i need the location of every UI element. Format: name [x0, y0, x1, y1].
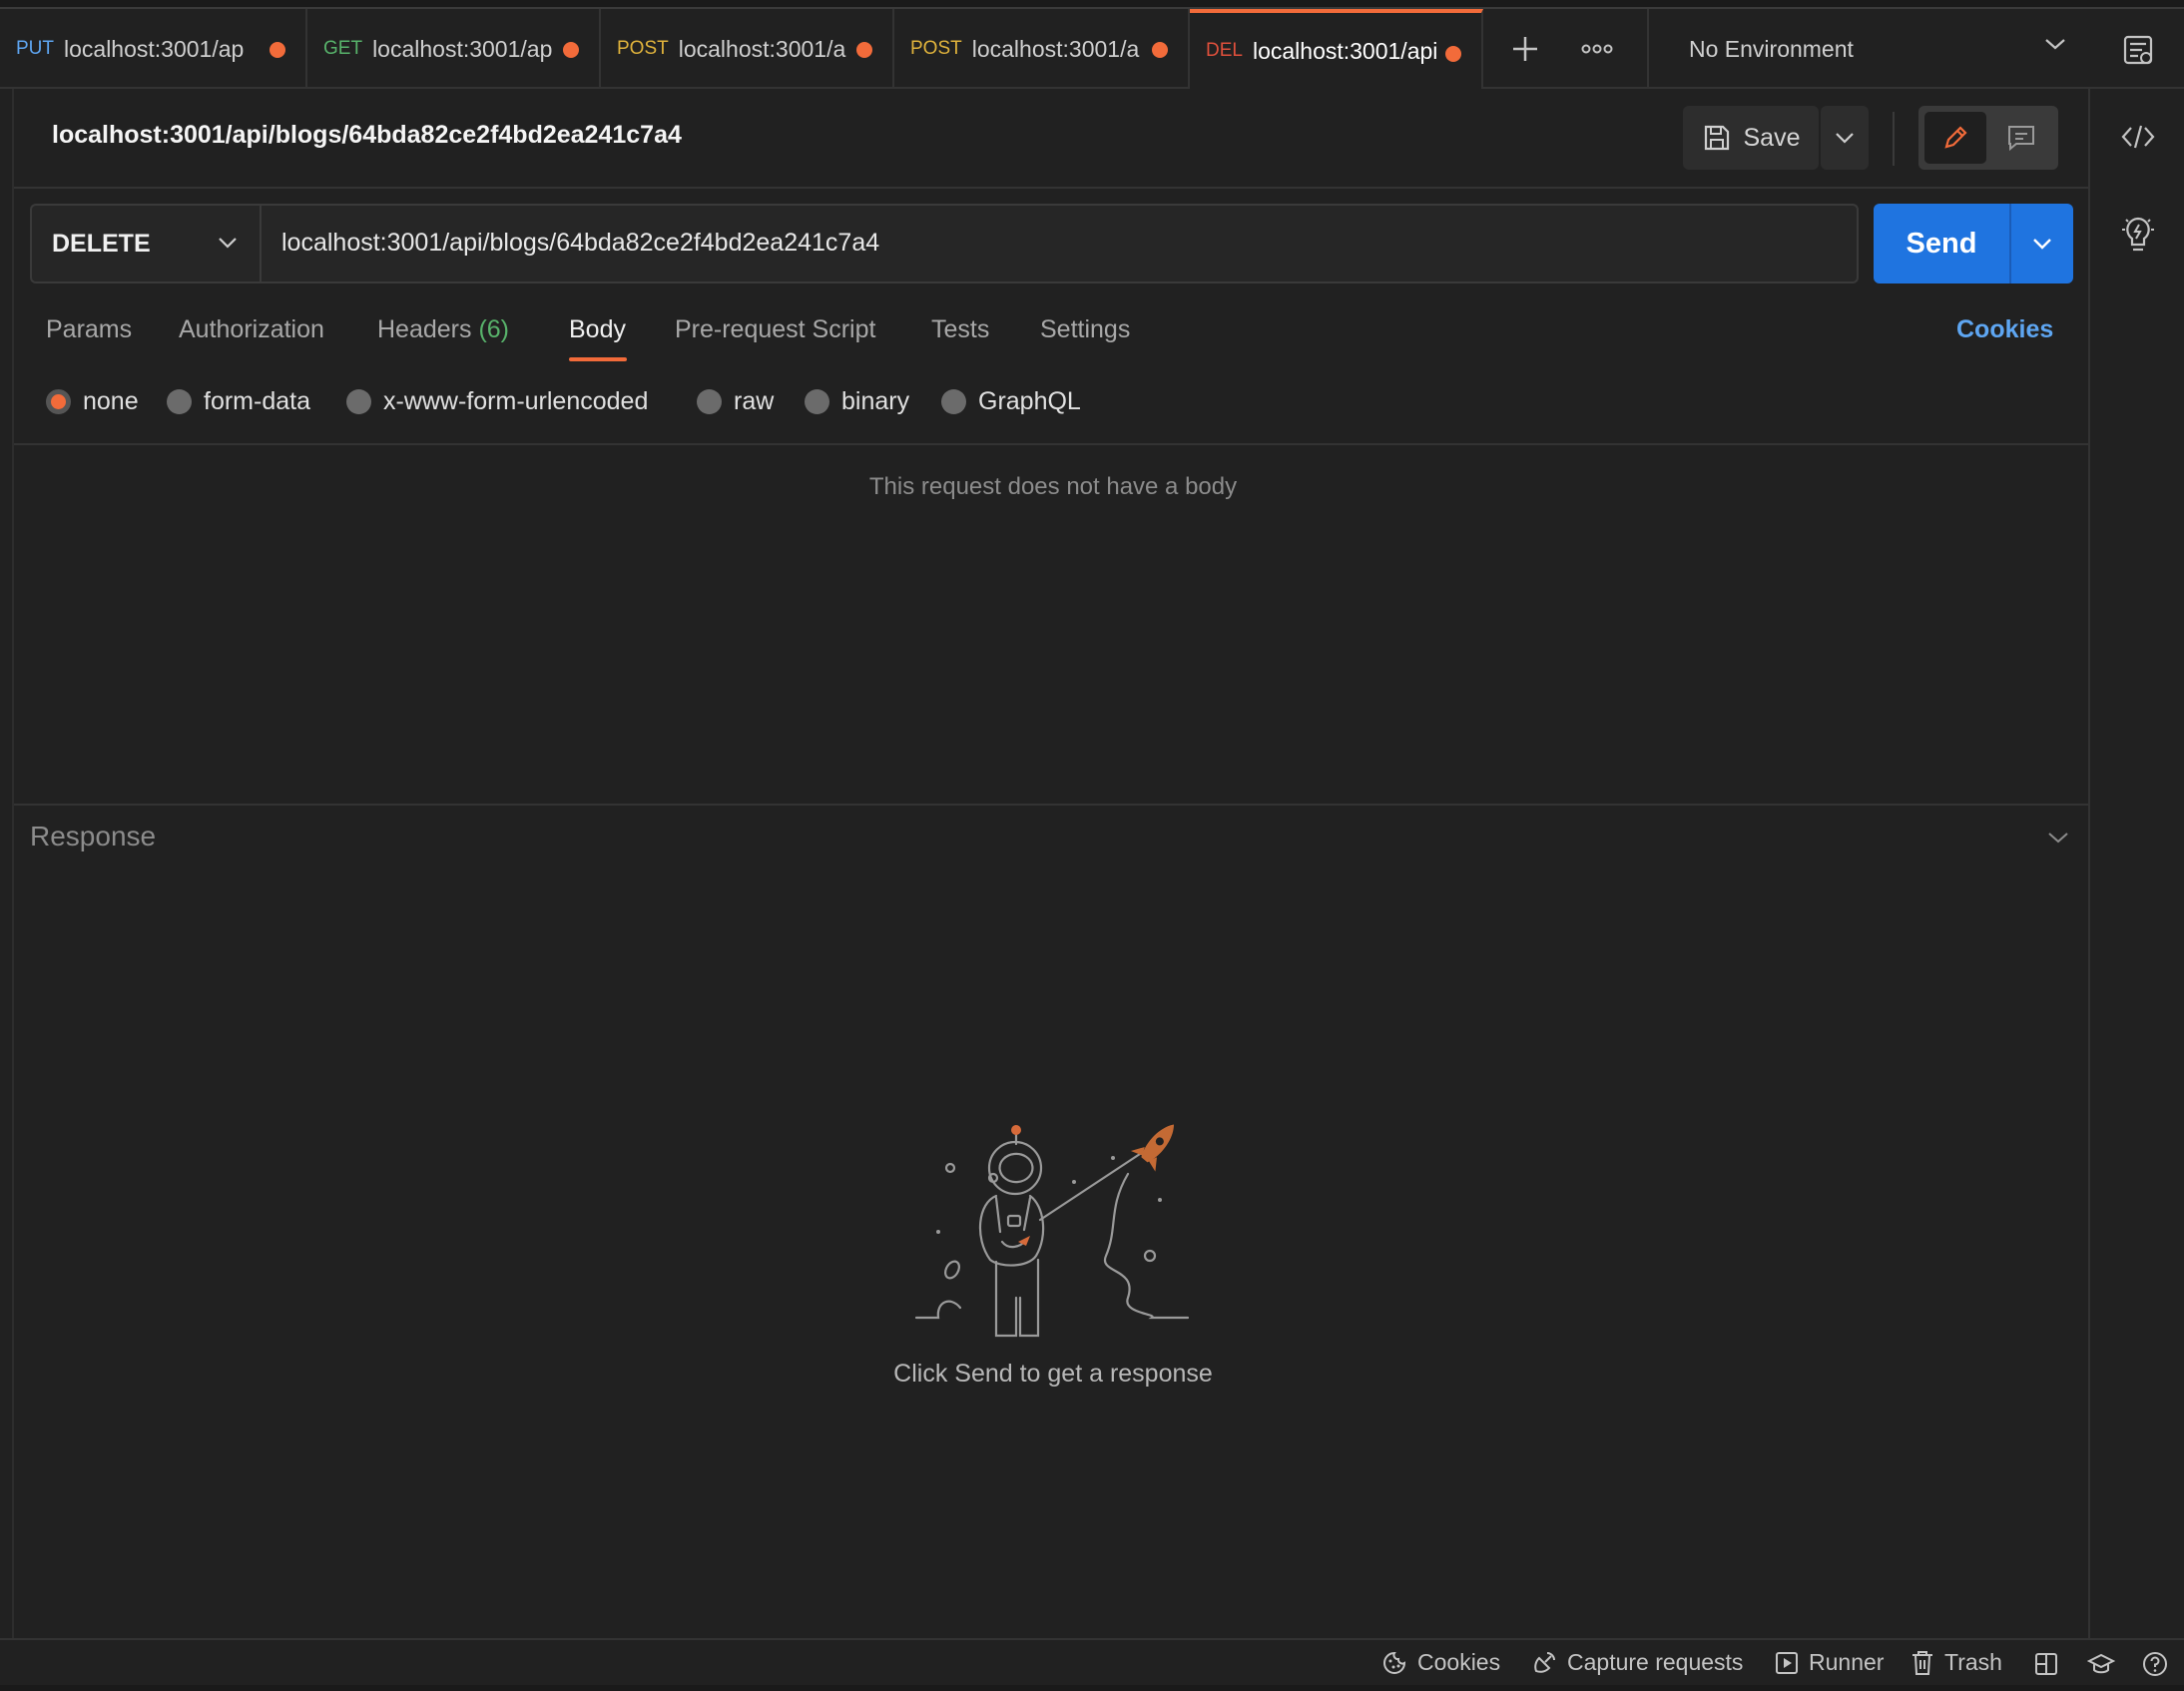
- bottom-strip: [0, 1685, 2184, 1691]
- tab-authorization[interactable]: Authorization: [179, 315, 324, 344]
- unsaved-dot-icon: [270, 42, 285, 58]
- unsaved-dot-icon: [1152, 42, 1168, 58]
- lightbulb-icon[interactable]: [2106, 207, 2170, 263]
- radio-label: form-data: [204, 387, 310, 415]
- help-icon[interactable]: [2138, 1649, 2172, 1679]
- tab-method: PUT: [16, 38, 54, 59]
- chevron-down-icon: [218, 237, 238, 249]
- headers-count-badge: (6): [478, 315, 510, 343]
- cookies-link[interactable]: Cookies: [1956, 315, 2053, 344]
- request-tab[interactable]: POST localhost:3001/a: [601, 9, 894, 89]
- unsaved-dot-icon: [856, 42, 872, 58]
- tab-method: POST: [617, 38, 669, 59]
- environment-label: No Environment: [1689, 35, 1854, 62]
- chevron-down-icon: [2044, 37, 2066, 51]
- request-tab[interactable]: GET localhost:3001/ap: [307, 9, 601, 89]
- radio-label: GraphQL: [978, 387, 1081, 415]
- radio-icon: [346, 389, 371, 414]
- tab-settings[interactable]: Settings: [1040, 315, 1130, 344]
- environment-select[interactable]: No Environment: [1647, 9, 2072, 89]
- radio-label: none: [83, 387, 139, 415]
- tab-prerequest-script[interactable]: Pre-request Script: [675, 315, 875, 344]
- radio-selected-icon: [46, 389, 71, 414]
- tab-method: POST: [910, 38, 962, 59]
- edit-pencil-icon[interactable]: [1924, 112, 1986, 164]
- unsaved-dot-icon: [1445, 46, 1461, 62]
- new-tab-plus-icon[interactable]: [1499, 23, 1551, 75]
- window-top-strip: [0, 0, 2184, 9]
- request-tab[interactable]: POST localhost:3001/a: [894, 9, 1190, 89]
- save-icon: [1702, 123, 1732, 153]
- astronaut-illustration: [908, 1118, 1198, 1348]
- radio-label: x-www-form-urlencoded: [383, 387, 649, 415]
- unsaved-dot-icon: [563, 42, 579, 58]
- radio-label: binary: [841, 387, 910, 415]
- right-sidebar: [2088, 89, 2184, 1638]
- url-input[interactable]: localhost:3001/api/blogs/64bda82ce2f4bd2…: [281, 229, 879, 258]
- tab-label: localhost:3001/api: [1252, 37, 1438, 64]
- save-label: Save: [1743, 123, 1801, 152]
- body-option-binary[interactable]: binary: [805, 387, 909, 416]
- statusbar-label: Cookies: [1417, 1649, 1501, 1675]
- tab-label: localhost:3001/ap: [64, 35, 245, 62]
- radio-icon: [941, 389, 966, 414]
- response-heading: Response: [30, 821, 157, 851]
- method-select[interactable]: DELETE: [30, 204, 262, 283]
- request-title[interactable]: localhost:3001/api/blogs/64bda82ce2f4bd2…: [52, 121, 682, 150]
- cookie-icon: [1381, 1650, 1407, 1676]
- graduation-cap-icon[interactable]: [2084, 1649, 2118, 1679]
- body-option-raw[interactable]: raw: [697, 387, 774, 416]
- request-tab-active[interactable]: DEL localhost:3001/api: [1190, 9, 1483, 89]
- comment-icon[interactable]: [1990, 112, 2052, 164]
- code-icon[interactable]: [2106, 111, 2170, 163]
- statusbar-runner[interactable]: Runner: [1775, 1649, 1884, 1676]
- satellite-icon: [1531, 1650, 1557, 1676]
- body-option-form-data[interactable]: form-data: [167, 387, 310, 416]
- radio-icon: [167, 389, 192, 414]
- two-pane-layout-icon[interactable]: [2030, 1649, 2062, 1679]
- more-tabs-icon[interactable]: [1571, 23, 1623, 75]
- save-options-dropdown[interactable]: [1821, 106, 1869, 170]
- statusbar-capture-requests[interactable]: Capture requests: [1531, 1649, 1743, 1676]
- tab-label: localhost:3001/a: [678, 35, 846, 62]
- send-button[interactable]: Send: [1874, 204, 2009, 283]
- send-options-chevron-icon[interactable]: [2011, 204, 2073, 283]
- tab-tests[interactable]: Tests: [931, 315, 989, 344]
- divider: [1893, 112, 1895, 166]
- active-tab-indicator: [569, 357, 627, 361]
- body-empty-message: This request does not have a body: [868, 473, 1238, 500]
- collapse-response-chevron-icon[interactable]: [2040, 823, 2076, 852]
- play-square-icon: [1775, 1651, 1799, 1675]
- environment-quick-look-icon[interactable]: [2106, 24, 2170, 76]
- tab-body[interactable]: Body: [569, 315, 626, 344]
- tab-method: DEL: [1206, 40, 1243, 61]
- tab-label: localhost:3001/ap: [372, 35, 553, 62]
- statusbar-cookies[interactable]: Cookies: [1381, 1649, 1500, 1676]
- tab-params[interactable]: Params: [46, 315, 132, 344]
- body-option-none[interactable]: none: [46, 387, 139, 416]
- tab-method: GET: [323, 38, 363, 59]
- divider: [14, 443, 2088, 445]
- request-tab[interactable]: PUT localhost:3001/ap: [0, 9, 307, 89]
- save-button[interactable]: Save: [1683, 106, 1819, 170]
- statusbar-label: Capture requests: [1567, 1649, 1744, 1675]
- statusbar-label: Trash: [1944, 1649, 2002, 1675]
- method-value: DELETE: [52, 229, 151, 258]
- body-option-graphql[interactable]: GraphQL: [941, 387, 1081, 416]
- tab-headers-label: Headers: [377, 315, 472, 343]
- statusbar-label: Runner: [1809, 1649, 1885, 1675]
- left-edge: [0, 89, 14, 1638]
- radio-icon: [805, 389, 829, 414]
- body-option-urlencoded[interactable]: x-www-form-urlencoded: [346, 387, 648, 416]
- trash-icon: [1911, 1650, 1934, 1676]
- radio-icon: [697, 389, 722, 414]
- response-empty-message: Click Send to get a response: [893, 1360, 1213, 1388]
- radio-label: raw: [734, 387, 775, 415]
- tab-headers[interactable]: Headers (6): [377, 315, 509, 344]
- response-divider[interactable]: [14, 804, 2088, 806]
- tab-label: localhost:3001/a: [971, 35, 1140, 62]
- statusbar-trash[interactable]: Trash: [1911, 1649, 2002, 1676]
